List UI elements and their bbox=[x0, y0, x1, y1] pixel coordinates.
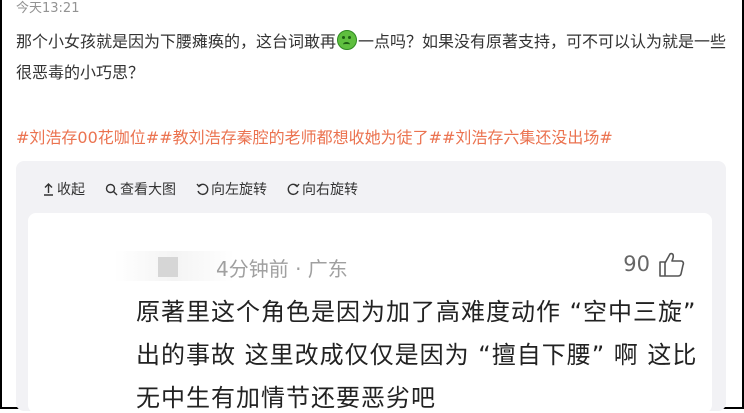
hashtag-link[interactable]: #刘浩存六集还没出场# bbox=[442, 128, 613, 147]
like-count: 90 bbox=[623, 249, 686, 279]
comment-screenshot-image: 4分钟前 · 广东 90 原著里这个角色是因为加了高难度动作 “空中三旋” 出的… bbox=[28, 213, 712, 413]
like-count-value: 90 bbox=[623, 252, 650, 276]
collapse-label: 收起 bbox=[57, 182, 85, 198]
collapse-button[interactable]: 收起 bbox=[42, 179, 85, 199]
rotate-right-icon bbox=[287, 183, 300, 195]
view-large-label: 查看大图 bbox=[120, 182, 176, 198]
rotate-right-button[interactable]: 向右旋转 bbox=[287, 179, 358, 199]
image-toolbar: 收起 查看大图 向左旋转 向右旋转 bbox=[42, 179, 358, 199]
avatar bbox=[158, 257, 178, 277]
rotate-right-label: 向右旋转 bbox=[302, 182, 358, 198]
hashtag-list: #刘浩存00花咖位##教刘浩存秦腔的老师都想收她为徒了##刘浩存六集还没出场# bbox=[16, 124, 613, 148]
hashtag-link[interactable]: #刘浩存00花咖位# bbox=[16, 128, 159, 147]
thumbs-up-icon bbox=[659, 252, 685, 277]
image-viewer: 收起 查看大图 向左旋转 向右旋转 4分钟前 · 广东 90 原著里这个角色是因… bbox=[16, 161, 726, 413]
comment-body: 原著里这个角色是因为加了高难度动作 “空中三旋” 出的事故 这里改成仅仅是因为 … bbox=[136, 298, 698, 412]
sick-face-emoji-icon bbox=[337, 30, 358, 50]
view-large-button[interactable]: 查看大图 bbox=[105, 179, 176, 199]
rotate-left-button[interactable]: 向左旋转 bbox=[196, 179, 267, 199]
comment-meta: 4分钟前 · 广东 bbox=[216, 257, 348, 281]
post-timestamp: 今天13:21 bbox=[16, 1, 80, 16]
rotate-left-icon bbox=[196, 183, 209, 195]
post-text-part1: 那个小女孩就是因为下腰瘫痪的，这台词敢再 bbox=[16, 32, 337, 51]
post-text: 那个小女孩就是因为下腰瘫痪的，这台词敢再 一点吗？如果没有原著支持，可不可以认为就… bbox=[16, 26, 728, 88]
rotate-left-label: 向左旋转 bbox=[211, 182, 267, 198]
arrow-up-icon bbox=[44, 182, 53, 196]
hashtag-link[interactable]: #教刘浩存秦腔的老师都想收她为徒了# bbox=[159, 128, 442, 147]
search-icon bbox=[105, 183, 118, 195]
